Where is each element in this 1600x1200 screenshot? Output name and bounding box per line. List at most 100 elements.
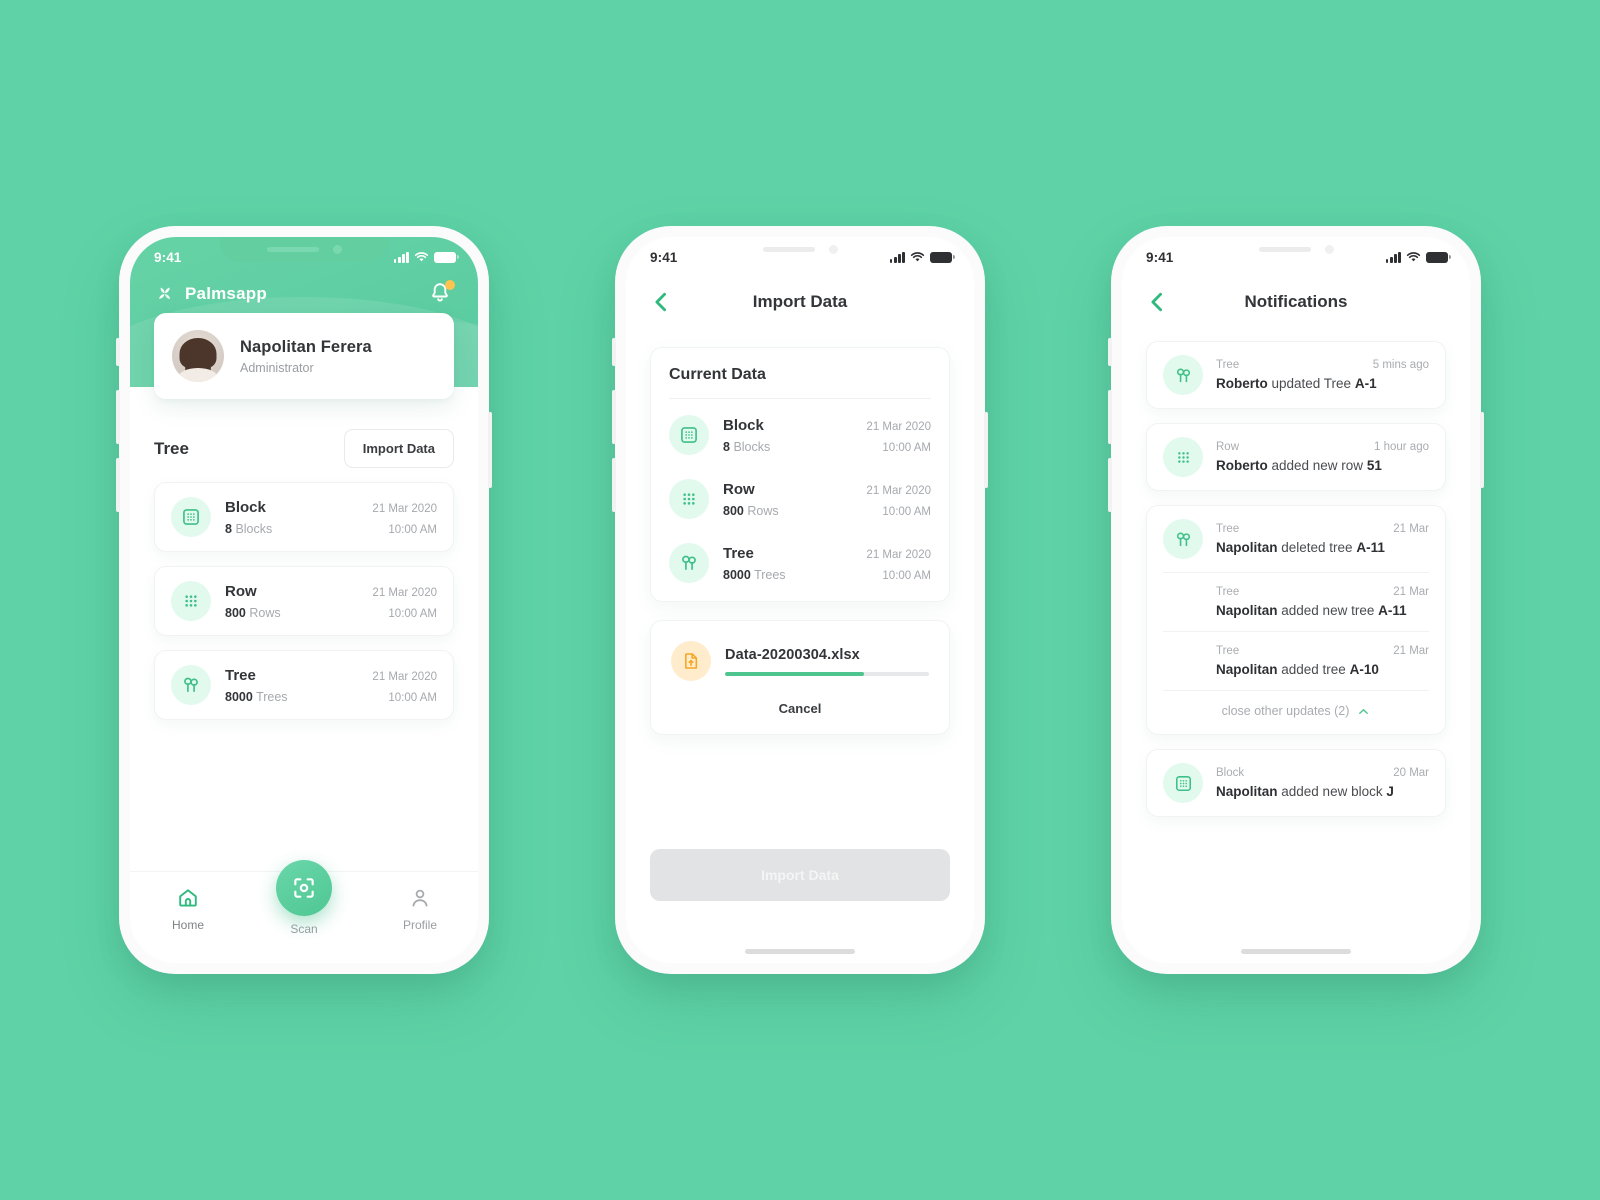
notification-badge-dot xyxy=(445,280,455,290)
notification-text: Roberto added new row 51 xyxy=(1216,458,1429,473)
card-count-value: 8 xyxy=(225,521,232,536)
home-indicator xyxy=(1241,949,1351,954)
tab-profile[interactable]: Profile xyxy=(362,886,478,932)
volume-down-button[interactable] xyxy=(612,458,616,512)
card-time: 10:00 AM xyxy=(388,691,437,704)
signal-bars-icon xyxy=(889,251,905,263)
volume-up-button[interactable] xyxy=(612,390,616,444)
chevron-left-icon[interactable] xyxy=(1144,289,1170,315)
nav-bar-notifications: Notifications xyxy=(1122,271,1470,333)
card-count-unit: Rows xyxy=(249,605,281,620)
collapse-updates-toggle[interactable]: close other updates (2) xyxy=(1163,691,1429,721)
upload-progress-bar xyxy=(725,671,929,676)
notification-card[interactable]: Tree 5 mins ago Roberto updated Tree A-1 xyxy=(1146,341,1446,409)
tab-home[interactable]: Home xyxy=(130,886,246,932)
page-title: Tree xyxy=(154,438,189,458)
notification-sub-entry[interactable]: Tree 21 Mar Napolitan added new tree A-1… xyxy=(1163,573,1429,618)
card-time: 10:00 AM xyxy=(882,505,931,518)
notification-actor: Napolitan xyxy=(1216,603,1278,618)
silent-switch[interactable] xyxy=(612,338,616,366)
tab-label-profile: Profile xyxy=(402,918,437,932)
earpiece-speaker xyxy=(266,247,319,252)
notification-kind: Tree xyxy=(1216,359,1240,371)
block-grid-icon xyxy=(669,415,709,455)
row-dots-icon xyxy=(669,479,709,519)
volume-down-button[interactable] xyxy=(1108,458,1112,512)
profile-card[interactable]: Napolitan Ferera Administrator xyxy=(154,313,454,399)
power-button[interactable] xyxy=(984,412,988,488)
notification-target: A-10 xyxy=(1349,662,1379,677)
file-upload-card: Data-20200304.xlsx Cancel xyxy=(650,620,950,735)
notification-text: Napolitan deleted tree A-11 xyxy=(1216,540,1429,555)
card-count: 800 Rows xyxy=(225,606,281,620)
card-date: 21 Mar 2020 xyxy=(372,586,437,599)
notification-card[interactable]: Row 1 hour ago Roberto added new row 51 xyxy=(1146,423,1446,491)
phone-home: 9:41 Palmsapp Napolitan Ferera Administr… xyxy=(116,226,492,974)
notification-actor: Napolitan xyxy=(1216,662,1278,677)
earpiece-speaker xyxy=(762,247,815,252)
notification-target: J xyxy=(1386,784,1394,799)
notifications-bell-button[interactable] xyxy=(428,280,455,307)
data-list: Block 21 Mar 2020 8 Blocks 10:00 AM Row … xyxy=(130,482,478,720)
panel-divider xyxy=(669,398,931,399)
signal-bars-icon xyxy=(1385,251,1401,263)
wifi-icon xyxy=(910,252,925,262)
volume-up-button[interactable] xyxy=(1108,390,1112,444)
upload-progress-fill xyxy=(725,671,864,676)
card-date: 21 Mar 2020 xyxy=(866,484,931,497)
cancel-upload-button[interactable]: Cancel xyxy=(779,701,822,716)
front-camera xyxy=(828,245,838,254)
card-time: 10:00 AM xyxy=(882,569,931,582)
status-time: 9:41 xyxy=(650,249,678,265)
notification-target: 51 xyxy=(1366,458,1382,473)
signal-bars-icon xyxy=(393,251,409,263)
tree-section-header: Tree Import Data xyxy=(130,429,478,468)
notification-list: Tree 5 mins ago Roberto updated Tree A-1 xyxy=(1122,333,1470,817)
card-date: 21 Mar 2020 xyxy=(866,548,931,561)
block-grid-icon xyxy=(171,497,211,537)
power-button[interactable] xyxy=(1480,412,1484,488)
card-date: 21 Mar 2020 xyxy=(372,670,437,683)
notification-actor: Napolitan xyxy=(1216,540,1278,555)
silent-switch[interactable] xyxy=(1108,338,1112,366)
scan-fab-button[interactable] xyxy=(276,860,332,916)
card-count-value: 800 xyxy=(225,605,246,620)
row-dots-icon xyxy=(1163,437,1203,477)
current-data-row-block: Block 21 Mar 2020 8 Blocks 10:00 AM xyxy=(669,403,931,467)
battery-icon xyxy=(1426,251,1452,263)
notification-target: A-11 xyxy=(1356,540,1385,555)
import-data-screen: 9:41 Import Data Current Data Block 21 M… xyxy=(626,237,974,963)
panel-title: Current Data xyxy=(669,366,766,383)
import-data-button[interactable]: Import Data xyxy=(343,429,454,468)
silent-switch[interactable] xyxy=(116,338,120,366)
row-dots-icon xyxy=(171,581,211,621)
import-data-submit-button[interactable]: Import Data xyxy=(650,849,950,901)
phone-import-data: 9:41 Import Data Current Data Block 21 M… xyxy=(612,226,988,974)
tab-scan[interactable]: Scan xyxy=(246,860,362,936)
chevron-left-icon[interactable] xyxy=(648,289,674,315)
notification-card-grouped[interactable]: Tree 21 Mar Napolitan deleted tree A-11 … xyxy=(1146,505,1446,735)
data-card-row[interactable]: Row 21 Mar 2020 800 Rows 10:00 AM xyxy=(154,566,454,636)
uploaded-file-name: Data-20200304.xlsx xyxy=(725,646,860,663)
card-date: 21 Mar 2020 xyxy=(866,420,931,433)
notification-actor: Roberto xyxy=(1216,376,1268,391)
volume-up-button[interactable] xyxy=(116,390,120,444)
card-date: 21 Mar 2020 xyxy=(372,502,437,515)
data-card-block[interactable]: Block 21 Mar 2020 8 Blocks 10:00 AM xyxy=(154,482,454,552)
volume-down-button[interactable] xyxy=(116,458,120,512)
nav-title: Notifications xyxy=(1244,292,1348,311)
palm-leaf-logo-icon xyxy=(159,287,171,299)
tree-icon xyxy=(171,665,211,705)
notification-card[interactable]: Block 20 Mar Napolitan added new block J xyxy=(1146,749,1446,817)
battery-icon xyxy=(930,251,956,263)
power-button[interactable] xyxy=(488,412,492,488)
notification-action: added new tree xyxy=(1277,603,1379,618)
data-card-tree[interactable]: Tree 21 Mar 2020 8000 Trees 10:00 AM xyxy=(154,650,454,720)
brand-name: Palmsapp xyxy=(185,284,267,303)
notification-sub-entry[interactable]: Tree 21 Mar Napolitan added tree A-10 xyxy=(1163,632,1429,677)
scan-icon xyxy=(294,878,314,898)
file-upload-icon xyxy=(671,641,711,681)
notification-text: Roberto updated Tree A-1 xyxy=(1216,376,1429,391)
notification-action: deleted tree xyxy=(1277,540,1357,555)
block-grid-icon xyxy=(1163,763,1203,803)
